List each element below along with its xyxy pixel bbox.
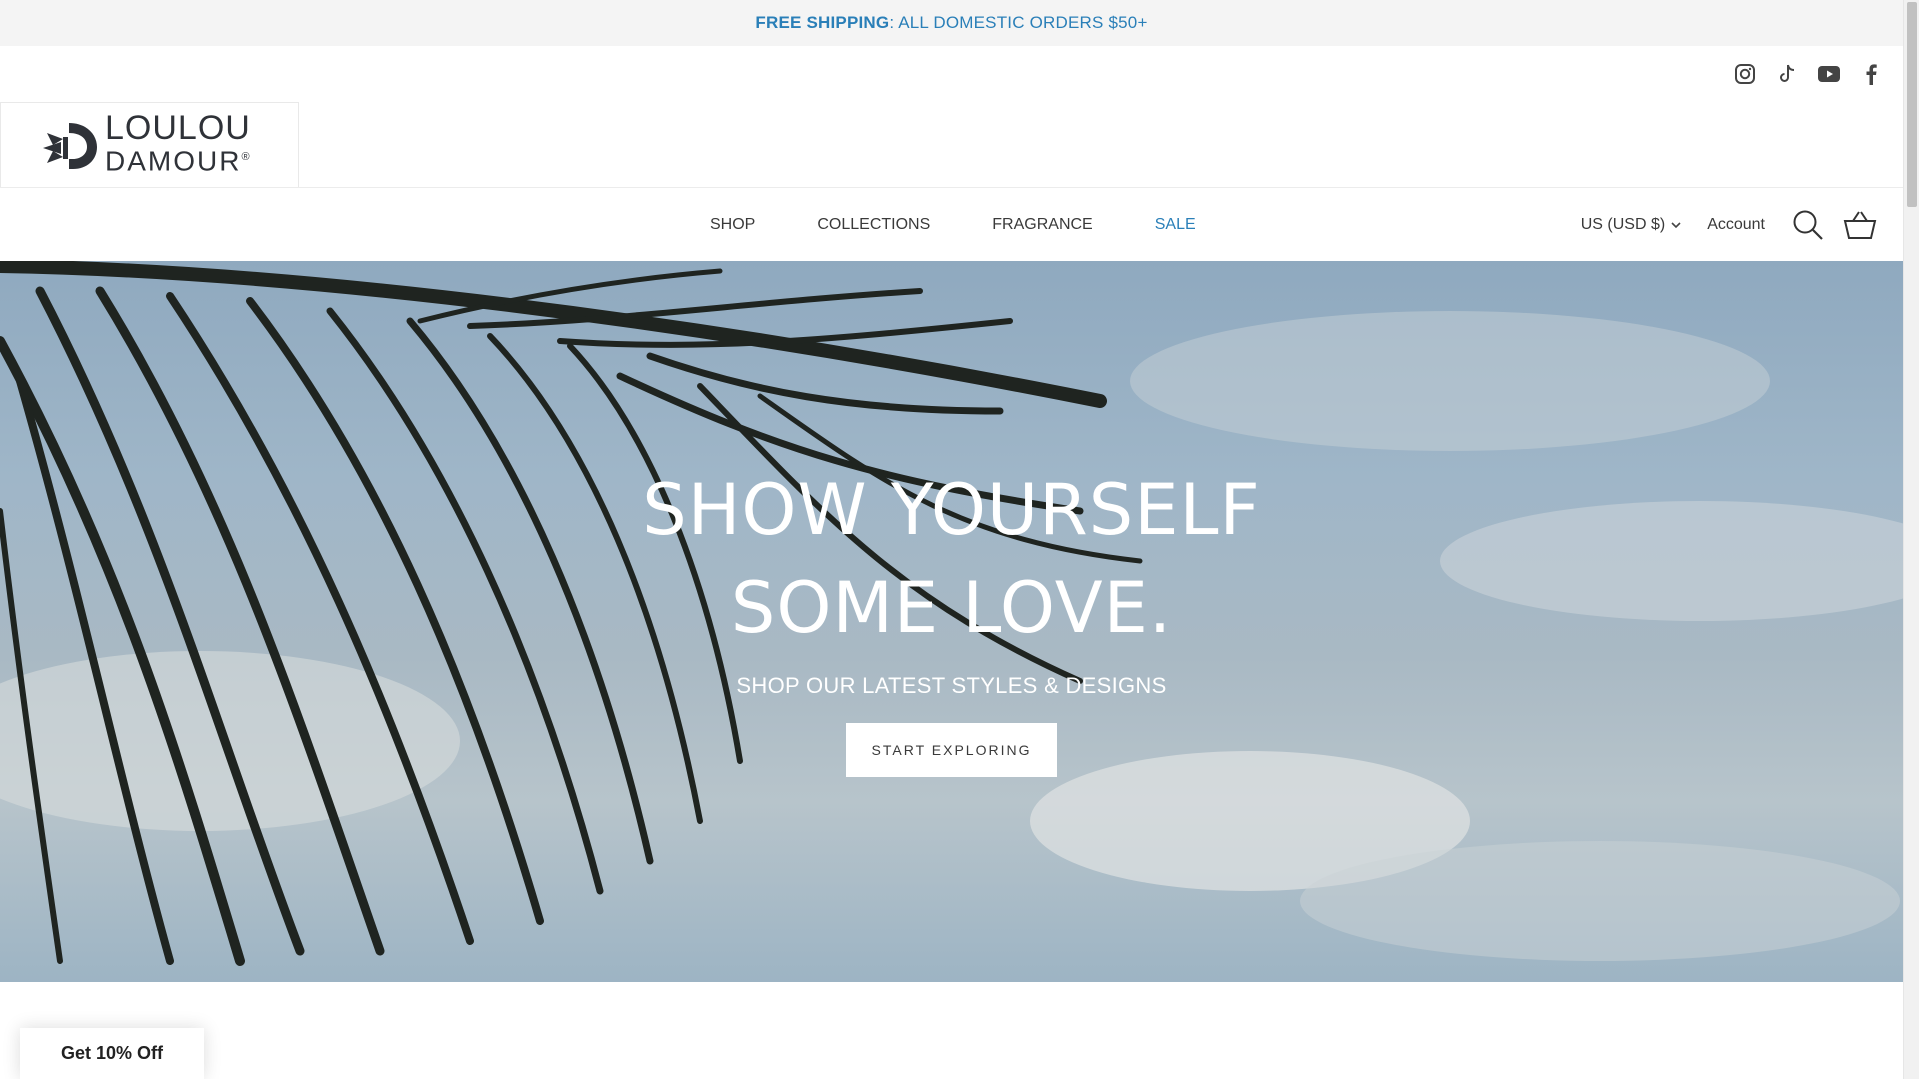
nav-item-fragrance[interactable]: FRAGRANCE	[992, 216, 1092, 234]
logo-mark-icon	[43, 123, 97, 169]
next-section	[0, 982, 1903, 1079]
start-exploring-button[interactable]: START EXPLORING	[846, 723, 1057, 777]
site-logo[interactable]: LOULOU DAMOUR®	[0, 102, 299, 188]
social-links	[1733, 62, 1883, 86]
page-scrollbar[interactable]	[1903, 0, 1919, 1079]
hero-title: SHOW YOURSELF SOME LOVE.	[642, 469, 1261, 649]
instagram-icon[interactable]	[1733, 62, 1757, 86]
logo-registered: ®	[241, 151, 250, 164]
youtube-icon[interactable]	[1817, 62, 1841, 86]
header-actions: US (USD $) Account	[1581, 188, 1877, 262]
main-navigation: SHOP COLLECTIONS FRAGRANCE SALE US (USD …	[0, 187, 1903, 261]
search-icon[interactable]	[1791, 208, 1825, 242]
hero-content: SHOW YOURSELF SOME LOVE. SHOP OUR LATEST…	[0, 261, 1903, 982]
announcement-text[interactable]: FREE SHIPPING: ALL DOMESTIC ORDERS $50+	[755, 13, 1147, 33]
scrollbar-thumb[interactable]	[1907, 2, 1917, 207]
nav-item-collections[interactable]: COLLECTIONS	[817, 216, 930, 234]
facebook-icon[interactable]	[1859, 62, 1883, 86]
account-link[interactable]: Account	[1707, 216, 1765, 234]
nav-item-shop[interactable]: SHOP	[710, 216, 755, 234]
logo-line2: DAMOUR®	[105, 145, 250, 177]
nav-item-sale[interactable]: SALE	[1155, 216, 1196, 234]
currency-selector[interactable]: US (USD $)	[1581, 216, 1681, 234]
hero-subtitle: SHOP OUR LATEST STYLES & DESIGNS	[736, 673, 1167, 698]
logo-line1: LOULOU	[105, 109, 251, 148]
announcement-bar: FREE SHIPPING: ALL DOMESTIC ORDERS $50+	[0, 0, 1903, 46]
nav-links: SHOP COLLECTIONS FRAGRANCE SALE	[710, 188, 1196, 262]
hero-banner: SHOW YOURSELF SOME LOVE. SHOP OUR LATEST…	[0, 261, 1903, 982]
tiktok-icon[interactable]	[1775, 62, 1799, 86]
logo-wordmark: LOULOU DAMOUR®	[105, 109, 251, 177]
discount-popup-tab[interactable]: Get 10% Off	[20, 1028, 204, 1079]
currency-label: US (USD $)	[1580, 216, 1666, 233]
basket-icon[interactable]	[1843, 208, 1877, 242]
chevron-down-icon	[1671, 221, 1681, 228]
